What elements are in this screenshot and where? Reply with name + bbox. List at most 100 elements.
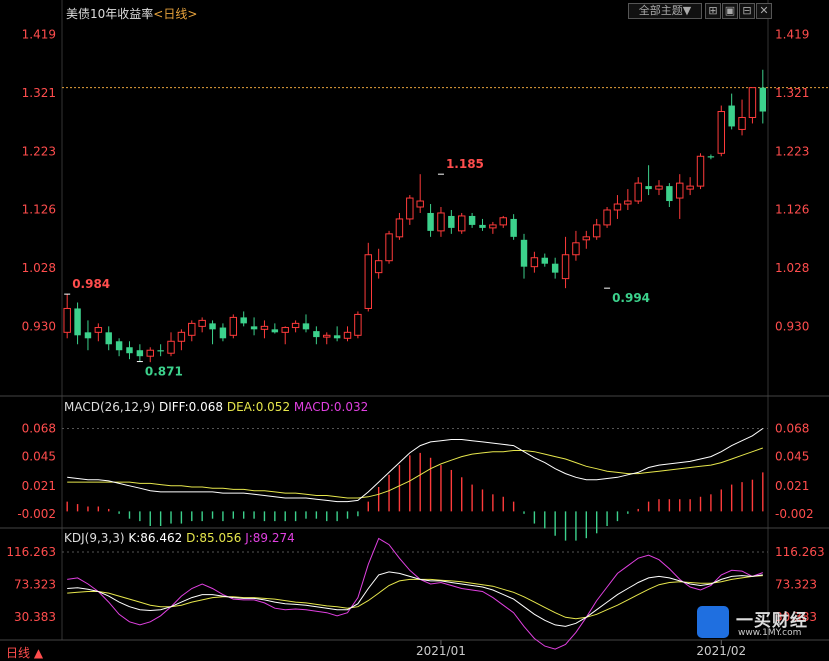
candle-body [343,331,352,339]
macd-tick-right: -0.002 [775,507,814,521]
candle-body [188,322,196,336]
candle-body [707,156,715,158]
kdj-d-line [67,575,763,620]
price-tick-right: 1.321 [775,86,809,100]
candle-body [592,224,601,238]
candle-body [582,236,591,241]
price-tick-left: 1.419 [22,28,56,42]
candle-body [354,313,362,336]
period-tag: <日线> [153,7,198,21]
price-tick-right: 0.930 [775,319,809,333]
candle-body [613,203,622,211]
price-tick-right: 1.028 [775,261,809,275]
kdj-legend: KDJ(9,3,3) K:86.462 D:85.056 J:89.274 [64,531,295,545]
candle-body [634,182,642,202]
theme-dropdown-button[interactable]: 全部主题▼ [628,3,702,19]
candle-body [395,218,404,238]
candle-body [219,327,227,339]
date-tick-label: 2021/02 [696,644,746,658]
candle-body [250,326,258,330]
candle-body [728,105,735,127]
extreme-label: 0.871 [145,365,183,379]
brand-url: www.1MY.com [738,628,802,638]
candle-body [696,155,705,187]
macd-tick-left: 0.021 [22,479,56,493]
candle-body [645,186,652,190]
candle-body [167,340,175,354]
candle-body [302,323,310,330]
candle-body [603,209,611,226]
extreme-label: 1.185 [446,157,484,171]
minimize-icon[interactable]: ⊟ [739,3,755,19]
candle-body [738,116,746,130]
grid-icon[interactable]: ⊞ [705,3,721,19]
macd-dea-label: DEA:0.052 [226,400,291,414]
macd-tick-right: 0.045 [775,450,809,464]
price-tick-right: 1.126 [775,202,809,216]
candle-body [655,185,663,190]
candle-body [676,182,684,199]
candle-body [748,87,757,118]
candle-body [198,319,206,327]
macd-params: MACD(26,12,9) [64,400,156,414]
dea-line [67,447,763,499]
candle-body [530,257,539,268]
candle-body [759,87,767,112]
candle-body [63,307,71,333]
candle-body [489,224,497,229]
kdj-tick-left: 30.383 [14,610,56,624]
kdj-d-label: D:85.056 [186,531,242,545]
price-tick-left: 1.126 [22,202,56,216]
candle-body [291,322,300,329]
chart-canvas: 0.9840.8711.1850.9941.360 1.4191.4191.32… [0,0,829,658]
date-tick-label: 2021/01 [416,644,466,658]
candle-body [479,224,486,228]
candle-body [323,334,331,338]
candle-body [94,327,103,333]
macd-tick-right: 0.068 [775,422,809,436]
brand-logo-icon [697,606,729,638]
candle-body [271,329,279,333]
price-tick-right: 1.223 [775,145,809,159]
macd-tick-right: 0.021 [775,479,809,493]
kdj-tick-right: 116.263 [775,545,825,559]
candle-body [458,215,466,232]
kdj-k-line [67,571,763,627]
image-icon[interactable]: ▣ [722,3,738,19]
candle-body [115,341,123,351]
candle-body [84,332,92,339]
candle-body [126,347,133,354]
candle-body [74,308,81,336]
candle-body [364,254,372,309]
candle-body [427,212,434,231]
candle-body [520,239,528,267]
candle-body [157,350,164,352]
candle-body [541,257,548,264]
extreme-label: 0.994 [612,291,650,305]
candle-body [437,212,445,232]
candle-body [686,185,694,190]
candle-body [209,323,216,330]
extreme-label: 0.984 [72,277,110,291]
macd-value-label: MACD:0.032 [293,400,369,414]
dif-line [67,428,764,503]
kdj-k-label: K:86.462 [128,531,183,545]
macd-legend: MACD(26,12,9) DIFF:0.068 DEA:0.052 MACD:… [64,400,368,414]
macd-tick-left: -0.002 [17,507,56,521]
candle-body [499,217,507,226]
price-tick-left: 1.321 [22,86,56,100]
candle-body [406,197,414,220]
candle-body [448,215,455,228]
price-tick-right: 1.419 [775,28,809,42]
kdj-j-line [67,537,763,650]
candle-body [146,349,154,357]
period-switch-button[interactable]: 日线 ▲ [6,644,43,661]
close-icon[interactable]: ✕ [756,3,772,19]
price-tick-left: 0.930 [22,319,56,333]
candle-body [240,317,247,324]
kdj-tick-right: 73.323 [775,577,817,591]
candle-body [260,325,269,330]
candle-body [551,263,559,273]
kdj-tick-left: 73.323 [14,577,56,591]
candle-body [717,111,725,154]
